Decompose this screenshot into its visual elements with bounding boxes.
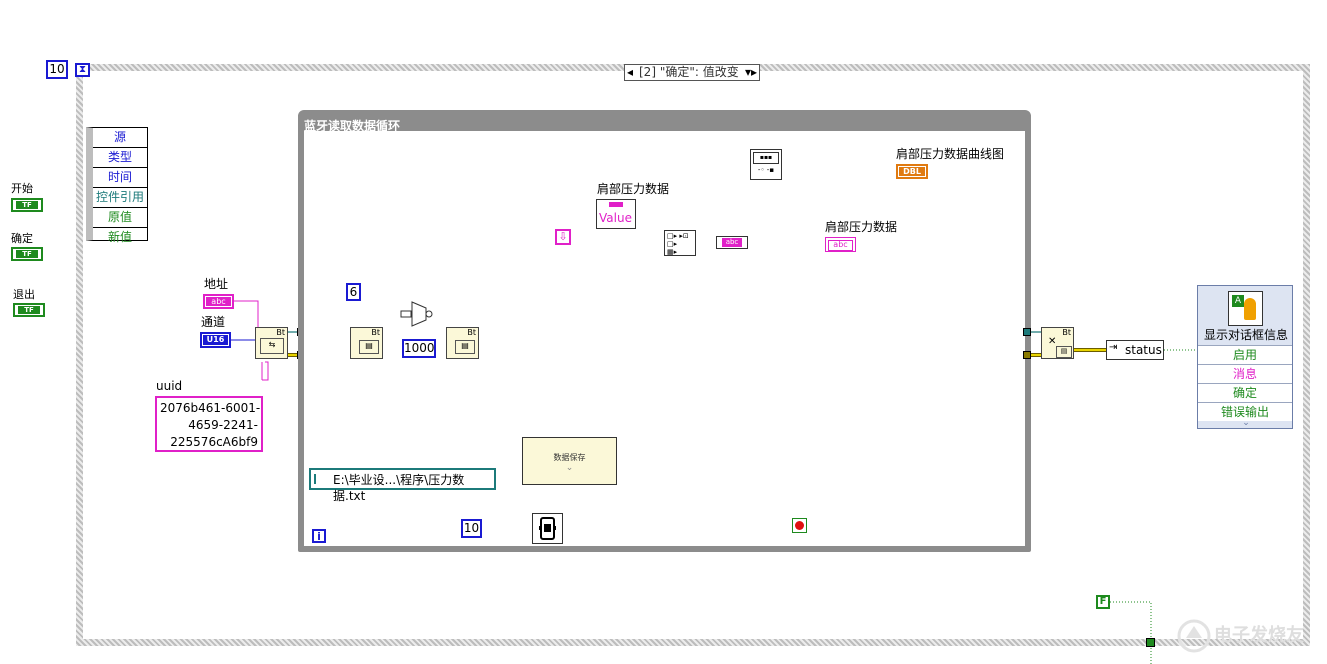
status-label: status xyxy=(1125,343,1162,357)
uuid-label: uuid xyxy=(156,379,183,393)
read-arrow-icon: ▤ xyxy=(455,340,475,354)
path-left-marker-icon xyxy=(314,474,320,484)
save-data-subvi[interactable]: 数据保存 ⌄ xyxy=(522,437,617,485)
bluetooth-read-subvi[interactable]: Bt ▤ xyxy=(350,327,383,359)
dialog-icon: A xyxy=(1228,291,1263,326)
save-data-label: 数据保存 xyxy=(553,453,586,462)
dbl-type-icon: DBL xyxy=(899,167,925,176)
channel-u16-control[interactable]: U16 xyxy=(200,332,231,348)
u16-type-icon: U16 xyxy=(203,335,228,345)
string-to-indicator-tunnel: abc xyxy=(716,236,748,249)
stop-icon xyxy=(795,521,804,530)
read-arrow-icon: ▤ xyxy=(359,340,379,354)
bluetooth-open-subvi[interactable]: Bt ⇆ xyxy=(255,327,288,359)
stop-terminal[interactable] xyxy=(792,518,807,533)
down-arrow-constant[interactable]: ⇩ xyxy=(555,229,571,245)
watermark-text: 电子发烧友 xyxy=(1214,625,1304,646)
concatenate-strings-node[interactable]: □▸ ▸⊡ □▸ ▦▸ xyxy=(664,230,696,256)
wait-ms-node[interactable] xyxy=(532,513,563,544)
dialog-ok-terminal[interactable]: 确定 xyxy=(1198,383,1292,402)
unbundle-arrow-icon: ⇥ xyxy=(1109,342,1118,353)
constant-6[interactable]: 6 xyxy=(346,283,361,301)
watermark-logo: 电子发烧友 xyxy=(1176,618,1316,656)
display-dialog-express-vi[interactable]: A 显示对话框信息 启用 消息 确定 错误输出 ⌄ xyxy=(1197,285,1293,429)
file-path-constant[interactable]: E:\毕业设...\程序\压力数据.txt xyxy=(309,468,496,503)
bluetooth-close-subvi[interactable]: Bt ✕ ▤ xyxy=(1041,327,1074,359)
abc-type-icon: abc xyxy=(722,238,742,247)
address-string-control[interactable]: abc xyxy=(203,294,234,309)
bluetooth-icon: Bt xyxy=(276,328,285,337)
pressure-string-indicator[interactable]: abc xyxy=(825,237,856,252)
indicator-label: 肩部压力数据 xyxy=(825,220,898,234)
expand-chevron-icon: ⌄ xyxy=(565,463,574,473)
value-property: Value xyxy=(599,211,632,225)
abc-type-icon: abc xyxy=(206,297,231,306)
dialog-enable-terminal[interactable]: 启用 xyxy=(1198,345,1292,364)
constant-10[interactable]: 10 xyxy=(461,519,482,538)
constant-1000[interactable]: 1000 xyxy=(402,339,436,358)
bluetooth-read-subvi-2[interactable]: Bt ▤ xyxy=(446,327,479,359)
address-label: 地址 xyxy=(204,277,229,291)
channel-label: 通道 xyxy=(201,315,226,329)
abc-type-icon: abc xyxy=(828,240,853,251)
chart-indicator[interactable]: DBL xyxy=(896,164,928,179)
select-node[interactable] xyxy=(400,300,434,328)
connection-icon: ▤ xyxy=(1056,346,1072,358)
dialog-message-terminal[interactable]: 消息 xyxy=(1198,364,1292,383)
while-loop-title: 蓝牙读取数据循环 xyxy=(304,119,401,133)
uuid-value: 2076b461-6001- 4659-2241- 225576cA6bf9 xyxy=(160,401,261,449)
watermark-icon xyxy=(1177,619,1211,653)
bluetooth-icon: Bt xyxy=(371,328,380,337)
select-node-icon xyxy=(400,301,433,327)
value-property-node[interactable]: Value xyxy=(596,199,636,229)
tunnel-right-err xyxy=(1023,351,1031,359)
concat-icon: □▸ ▸⊡ □▸ ▦▸ xyxy=(667,232,689,256)
file-path-value: E:\毕业设...\程序\压力数据.txt xyxy=(333,473,465,503)
waveform-icon-2: -◦ -▪ xyxy=(757,166,775,174)
uuid-string-constant[interactable]: 2076b461-6001- 4659-2241- 225576cA6bf9 xyxy=(155,396,263,452)
unbundle-status-node[interactable]: ⇥ status xyxy=(1106,340,1164,360)
bluetooth-icon: Bt xyxy=(1062,328,1071,337)
property-node-header-icon xyxy=(597,200,635,209)
value-node-label: 肩部压力数据 xyxy=(597,182,670,196)
connection-icon: ⇆ xyxy=(260,338,284,354)
expand-chevron-icon[interactable]: ⌄ xyxy=(1198,418,1294,428)
waveform-icon: ▪▪▪ xyxy=(753,152,779,164)
build-waveform-node[interactable]: ▪▪▪ -◦ -▪ xyxy=(750,149,782,180)
dialog-title: 显示对话框信息 xyxy=(1203,328,1288,342)
bluetooth-icon: Bt xyxy=(467,328,476,337)
iteration-terminal: i xyxy=(312,529,326,543)
stop-condition-tunnel xyxy=(1146,638,1155,647)
tunnel-right-ref xyxy=(1023,328,1031,336)
false-constant[interactable]: F xyxy=(1096,595,1110,609)
stopwatch-icon xyxy=(539,517,556,540)
dialog-terminals: 启用 消息 确定 错误输出 xyxy=(1198,345,1292,421)
chart-label: 肩部压力数据曲线图 xyxy=(896,147,1005,161)
